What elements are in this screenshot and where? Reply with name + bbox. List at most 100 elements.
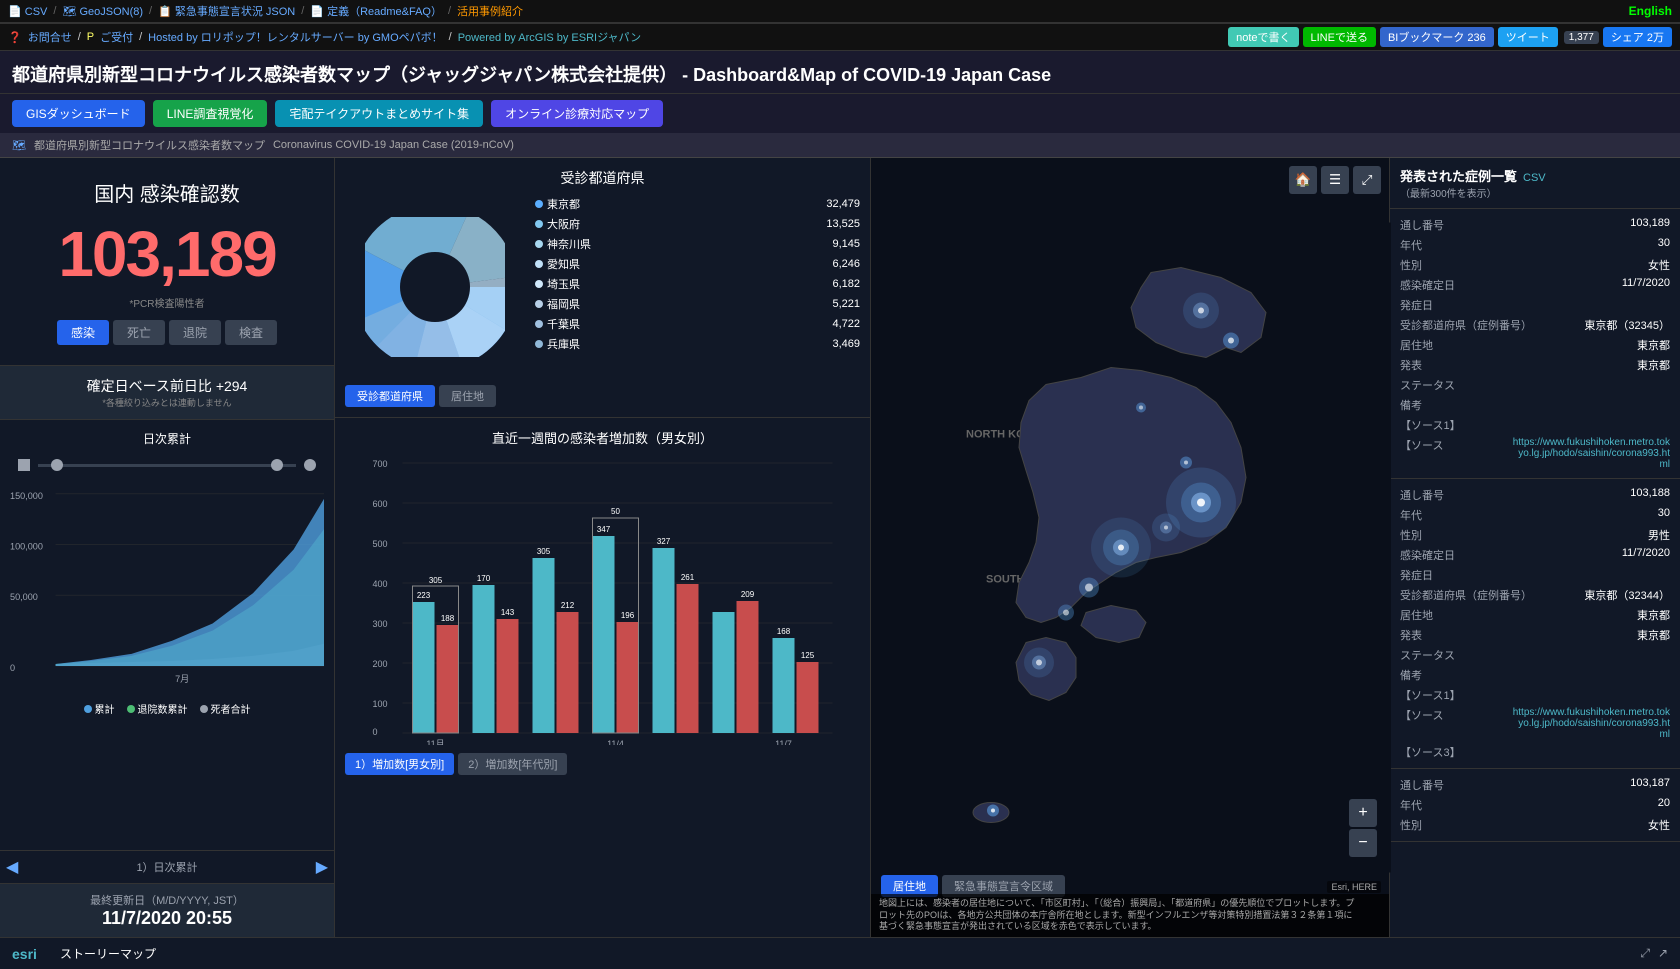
legend-dot-recovery — [127, 705, 135, 713]
chart-prev-arrow[interactable]: ◀ — [6, 857, 18, 877]
tab-test[interactable]: 検査 — [225, 320, 277, 345]
case-label-age-2: 年代 — [1400, 507, 1422, 523]
pie-label-osaka: 大阪府 — [547, 216, 580, 232]
pie-value-kanagawa: 9,145 — [832, 238, 860, 250]
infection-count-section: 国内 感染確認数 103,189 *PCR検査陽性者 感染 死亡 退院 検査 — [0, 158, 334, 366]
pie-dot-tokyo — [535, 200, 543, 208]
hosted-link[interactable]: Hosted by ロリポップ！レンタルサーバー by GMOペパボ！ — [148, 29, 442, 45]
legend-label-cumulative: 累計 — [95, 701, 115, 716]
case-label-source1: 【ソース1】 — [1400, 417, 1461, 433]
legend-dot-cumulative — [84, 705, 92, 713]
map-fullscreen-button[interactable]: ⤢ — [1353, 166, 1381, 194]
case-value-age-3: 20 — [1658, 797, 1670, 813]
svg-text:212: 212 — [561, 601, 575, 610]
case-value-announce: 東京都 — [1637, 357, 1670, 373]
case-value-serial: 103,189 — [1630, 217, 1670, 233]
case-value-age-2: 30 — [1658, 507, 1670, 523]
emergency-json-link[interactable]: 📋 緊急事態宣言状況 JSON — [158, 3, 295, 19]
tweet-button[interactable]: ツイート — [1498, 27, 1558, 47]
map-controls: 🏠 ☰ ⤢ — [1289, 166, 1381, 194]
case-value-source2-link[interactable]: https://www.fukushihoken.metro.tokyo.lg.… — [1510, 437, 1670, 470]
footer-right: ⤢ ↗ — [1640, 946, 1668, 961]
map-home-button[interactable]: 🏠 — [1289, 166, 1317, 194]
note-button[interactable]: noteで書く — [1228, 27, 1298, 47]
pie-value-chiba: 4,722 — [832, 318, 860, 330]
infection-count-title: 国内 感染確認数 — [20, 178, 314, 207]
contact-link[interactable]: お問合せ — [28, 29, 72, 45]
legend-dot-death — [200, 705, 208, 713]
gis-dashboard-button[interactable]: GISダッシュボード — [12, 100, 145, 127]
case-label-serial-2: 通し番号 — [1400, 487, 1444, 503]
bar-tab-gender[interactable]: 1）増加数[男女別] — [345, 753, 454, 775]
pie-tab-prefecture[interactable]: 受診都道府県 — [345, 385, 435, 407]
delivery-button[interactable]: 宅配テイクアウトまとめサイト集 — [275, 100, 483, 127]
map-list-button[interactable]: ☰ — [1321, 166, 1349, 194]
chart-title: 日次累計 — [10, 430, 324, 447]
case-row: ステータス — [1400, 645, 1670, 665]
zoom-out-button[interactable]: − — [1349, 829, 1377, 857]
pie-dot-aichi — [535, 260, 543, 268]
svg-text:261: 261 — [681, 573, 695, 582]
chart-slider[interactable] — [10, 455, 324, 475]
line-survey-button[interactable]: LINE調査視覚化 — [153, 100, 268, 127]
slider-left-handle[interactable] — [18, 459, 30, 471]
slider-track[interactable] — [38, 464, 296, 467]
main-content: 国内 感染確認数 103,189 *PCR検査陽性者 感染 死亡 退院 検査 確… — [0, 158, 1680, 937]
tab-infection[interactable]: 感染 — [57, 320, 109, 345]
bookmark-button[interactable]: BIブックマーク 236 — [1380, 27, 1494, 47]
arcgis-link[interactable]: Powered by ArcGIS by ESRIジャパン — [458, 29, 641, 45]
legend-recovery: 退院数累計 — [127, 701, 188, 716]
case-row: 【ソース1】 — [1400, 685, 1670, 705]
online-medical-button[interactable]: オンライン診療対応マップ — [491, 100, 663, 127]
daily-diff-section: 確定日ベース前日比 +294 *各種絞り込みとは連動しません — [0, 366, 334, 420]
line-button[interactable]: LINEで送る — [1303, 27, 1376, 47]
pie-title: 受診都道府県 — [345, 168, 860, 188]
case-label-res-2: 居住地 — [1400, 607, 1433, 623]
slider-handle-left[interactable] — [51, 459, 63, 471]
pie-label-fukuoka: 福岡県 — [547, 296, 580, 312]
chart-next-arrow[interactable]: ▶ — [316, 857, 328, 877]
case-label-residence: 居住地 — [1400, 337, 1433, 353]
case-label-src1-2: 【ソース1】 — [1400, 687, 1461, 703]
footer-left: esri ストーリーマップ — [12, 944, 156, 964]
svg-text:168: 168 — [777, 627, 791, 636]
case-row: 感染確定日 11/7/2020 — [1400, 275, 1670, 295]
pie-label-tokyo: 東京都 — [547, 196, 580, 212]
pie-tabs: 受診都道府県 居住地 — [345, 385, 860, 407]
examples-link[interactable]: 活用事例紹介 — [457, 3, 523, 19]
faq-link[interactable]: 📄 定義（Readme&FAQ） — [310, 3, 442, 19]
share-button[interactable]: シェア 2万 — [1603, 27, 1672, 47]
case-card-3: 通し番号 103,187 年代 20 性別 女性 — [1390, 769, 1680, 842]
pie-legend-aichi: 愛知県 6,246 — [535, 256, 860, 272]
slider-handle-right[interactable] — [271, 459, 283, 471]
case-label-serial: 通し番号 — [1400, 217, 1444, 233]
zoom-in-button[interactable]: + — [1349, 799, 1377, 827]
geojson-link[interactable]: 🗺 GeoJSON(8) — [62, 5, 143, 18]
legend-cumulative: 累計 — [84, 701, 115, 716]
case-value-gender: 女性 — [1648, 257, 1670, 273]
pie-legend-fukuoka: 福岡県 5,221 — [535, 296, 860, 312]
english-link[interactable]: English — [1629, 4, 1672, 18]
csv-download-link[interactable]: CSV — [1523, 172, 1546, 184]
receipt-link[interactable]: ご受付 — [100, 29, 133, 45]
case-row: 発表 東京都 — [1400, 625, 1670, 645]
slider-right-handle[interactable] — [304, 459, 316, 471]
pie-value-aichi: 6,246 — [832, 258, 860, 270]
external-link-icon[interactable]: ↗ — [1658, 946, 1668, 961]
svg-text:7月: 7月 — [175, 674, 189, 684]
pie-tab-residence[interactable]: 居住地 — [439, 385, 496, 407]
case-label-serial-3: 通し番号 — [1400, 777, 1444, 793]
pie-legend-saitama: 埼玉県 6,182 — [535, 276, 860, 292]
area-chart-svg: 150,000 100,000 50,000 0 — [10, 475, 324, 695]
case-value-src2-link-2[interactable]: https://www.fukushihoken.metro.tokyo.lg.… — [1510, 707, 1670, 740]
bar-tab-age[interactable]: 2）増加数[年代別] — [458, 753, 567, 775]
svg-text:600: 600 — [373, 499, 388, 509]
infection-count-value: 103,189 — [20, 217, 314, 291]
share-icon[interactable]: ⤢ — [1640, 946, 1650, 961]
csv-link[interactable]: 📄 CSV — [8, 5, 47, 18]
pie-chart-area — [345, 196, 525, 377]
case-row: 【ソース1】 — [1400, 415, 1670, 435]
pie-legend: 東京都 32,479 大阪府 13,525 神奈川県 9,145 — [525, 196, 860, 377]
tab-death[interactable]: 死亡 — [113, 320, 165, 345]
tab-recovery[interactable]: 退院 — [169, 320, 221, 345]
